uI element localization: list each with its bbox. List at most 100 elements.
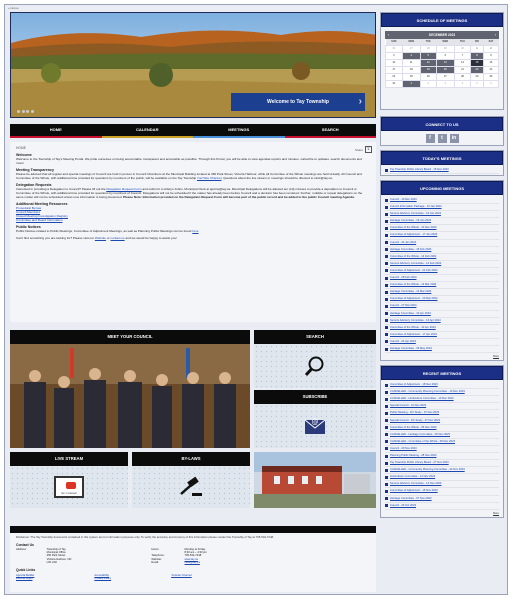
meeting-link[interactable]: Heritage Committee - 07 Nov 2023 <box>385 496 499 503</box>
chevron-right-icon[interactable]: › <box>359 93 362 111</box>
meeting-link[interactable]: Special Council - 12 Dec 2023 <box>385 403 499 411</box>
meeting-link[interactable]: Heritage Committee - 15 Feb 2024 <box>385 247 499 254</box>
meeting-link[interactable]: Seniors Advisory Committee - 14 Nov 2023 <box>385 481 499 489</box>
nav-search[interactable]: SEARCH <box>284 124 376 138</box>
meeting-link[interactable]: Committee of Adjustment - 15 Nov 2023 <box>385 488 499 496</box>
meeting-link[interactable]: Special Council - DC Study - 07 Dec 2023 <box>385 418 499 425</box>
meeting-link[interactable]: CANCELLED - Horticulture Committee - 13 … <box>385 396 499 404</box>
calendar-day[interactable]: 17 <box>385 65 403 74</box>
resource-link[interactable]: Committee and Board Information <box>16 218 62 222</box>
website-link[interactable]: Website <box>95 236 106 240</box>
calendar-day[interactable]: 1 <box>470 44 484 53</box>
calendar-day[interactable]: 26 <box>419 72 437 81</box>
meeting-link[interactable]: Committee of the Whole - 10 Apr 2024 <box>385 325 499 332</box>
calendar-day[interactable]: 27 <box>435 72 455 81</box>
calendar-day[interactable]: 8 <box>470 51 484 60</box>
quick-link[interactable]: Privacy Policy <box>94 577 111 580</box>
slide-indicators[interactable] <box>17 110 34 113</box>
youtube-channel-link[interactable]: YouTube Channel <box>197 176 222 180</box>
hero-caption[interactable]: Welcome to Tay Township › <box>231 93 365 111</box>
meeting-calendar[interactable]: ‹ DECEMBER 2023 › SUN MON TUE WED THU FRI SAT … <box>385 31 500 88</box>
calendar-day[interactable]: 2 <box>419 79 437 88</box>
linkedin-icon[interactable]: in <box>449 134 459 143</box>
calendar-day[interactable]: 25 <box>401 72 421 81</box>
calendar-day[interactable]: 6 <box>435 51 455 60</box>
meeting-link[interactable]: Council - 24 Jan 2024 <box>385 240 499 247</box>
meeting-link[interactable]: Heritage Committee - 09 May 2024 <box>385 346 499 354</box>
meeting-link[interactable]: Committee of Adjustment - 21 Feb 2024 <box>385 268 499 276</box>
calendar-day[interactable]: 21 <box>453 65 472 74</box>
calendar-day[interactable]: 3 <box>385 51 403 60</box>
calendar-day[interactable]: 1 <box>401 79 421 88</box>
content-breadcrumb[interactable]: HOME <box>16 146 370 150</box>
calendar-day[interactable]: 15 <box>470 58 484 67</box>
chevron-right-icon[interactable]: › <box>495 31 496 39</box>
share-icon[interactable]: ⇪ <box>365 146 372 153</box>
meeting-link[interactable]: Committee of Adjustment - 20 Mar 2024 <box>385 296 499 304</box>
meeting-link[interactable]: Committee of the Whole - 13 Mar 2024 <box>385 282 499 290</box>
nav-calendar[interactable]: CALENDAR <box>101 124 193 138</box>
calendar-day[interactable]: 10 <box>385 58 403 67</box>
meeting-link[interactable]: Council - 10 Dec 2023 <box>385 197 499 205</box>
meeting-link[interactable]: Heritage Committee - 14 Mar 2024 <box>385 289 499 297</box>
calendar-day[interactable]: 12 <box>419 58 437 67</box>
calendar-day[interactable]: 4 <box>453 79 472 88</box>
meeting-link[interactable]: Tay Township Public Library Board - 15 D… <box>385 167 499 175</box>
calendar-day[interactable]: 24 <box>385 72 403 81</box>
slide-dot[interactable] <box>17 110 20 113</box>
calendar-day[interactable]: 26 <box>385 44 403 53</box>
meeting-link[interactable]: Council Information Package - 10 Jan 202… <box>385 204 499 212</box>
nav-home[interactable]: HOME <box>10 124 102 138</box>
slide-dot[interactable] <box>21 110 25 113</box>
calendar-day[interactable]: 13 <box>435 58 455 67</box>
live-stream-tile[interactable]: LIVE STREAM TAY TOWNSHIP <box>10 452 128 508</box>
meeting-link[interactable]: Public Meeting - DC Study - 07 Dec 2023 <box>385 410 499 418</box>
bylaws-tile[interactable]: BY-LAWS <box>132 452 250 508</box>
calendar-day[interactable]: 5 <box>419 51 437 60</box>
upcoming-more-link[interactable]: More <box>381 355 503 360</box>
calendar-day[interactable]: 30 <box>453 44 472 53</box>
slide-dot[interactable] <box>30 110 34 113</box>
meeting-link[interactable]: CANCELLED - Committee of the Whole - 06 … <box>385 439 499 446</box>
top-breadcrumb[interactable]: « Home <box>8 6 19 10</box>
meeting-link[interactable]: Committee of Adjustment - 17 Jan 2024 <box>385 232 499 240</box>
subscribe-tile[interactable]: SUBSCRIBE @ <box>254 390 376 448</box>
meeting-link[interactable]: Tay Township Public Library Board - 27 N… <box>385 460 499 468</box>
meeting-link[interactable]: Seniors Advisory Committee - 13 Apr 2024 <box>385 318 499 325</box>
calendar-day[interactable]: 29 <box>435 44 455 53</box>
council-tile[interactable]: MEET YOUR COUNCIL <box>10 330 250 448</box>
meeting-link[interactable]: Council - 29 Nov 2023 <box>385 446 499 453</box>
nav-meetings[interactable]: MEETINGS <box>193 124 285 138</box>
meeting-link[interactable]: CANCELLED - Community Planning Committee… <box>385 467 499 475</box>
meeting-link[interactable]: Seniors Advisory Committee - 16 Jan 2024 <box>385 211 499 219</box>
meeting-link[interactable]: Council - 24 Apr 2024 <box>385 339 499 346</box>
calendar-day[interactable]: 11 <box>401 58 421 67</box>
calendar-day[interactable]: 29 <box>470 72 484 81</box>
meeting-link[interactable]: CANCELLED - Heritage Committee - 06 Dec … <box>385 432 499 439</box>
share-control[interactable]: Share ⇪ <box>355 146 372 153</box>
chevron-left-icon[interactable]: ‹ <box>388 31 389 39</box>
calendar-day[interactable]: 4 <box>401 51 421 60</box>
calendar-day[interactable]: 31 <box>385 79 403 88</box>
calendar-day[interactable]: 14 <box>453 58 472 67</box>
quick-link[interactable]: eScribe Login <box>16 577 32 580</box>
meeting-link[interactable]: Council - 26 Oct 2023 <box>385 503 499 510</box>
meeting-link[interactable]: Seniors Advisory Committee - 12 Feb 2024 <box>385 261 499 268</box>
calendar-day[interactable]: 18 <box>401 65 421 74</box>
facebook-icon[interactable]: f <box>425 134 435 143</box>
recent-more-link[interactable]: More <box>381 512 503 517</box>
notices-here-link[interactable]: here <box>192 229 198 233</box>
calendar-day[interactable]: 19 <box>419 65 437 74</box>
meeting-link[interactable]: Horticulture Committee - 14 Nov 2023 <box>385 474 499 482</box>
meeting-link[interactable]: Council - 28 Feb 2024 <box>385 275 499 283</box>
meeting-link[interactable]: Committee of the Whole - 14 Feb 2024 <box>385 254 499 261</box>
calendar-day[interactable]: 23 <box>482 65 500 74</box>
footer-email-link[interactable]: clerk@tay.ca <box>185 561 200 564</box>
calendar-day[interactable]: 6 <box>482 79 500 88</box>
calendar-day[interactable]: 16 <box>482 58 500 67</box>
calendar-day[interactable]: 7 <box>453 51 472 60</box>
meeting-link[interactable]: Committee of Adjustment - 17 Apr 2024 <box>385 332 499 339</box>
meeting-link[interactable]: CANCELLED - Community Planning Committee… <box>385 389 499 397</box>
hero-slideshow[interactable]: Welcome to Tay Township › <box>10 12 376 118</box>
calendar-day[interactable]: 30 <box>482 72 500 81</box>
